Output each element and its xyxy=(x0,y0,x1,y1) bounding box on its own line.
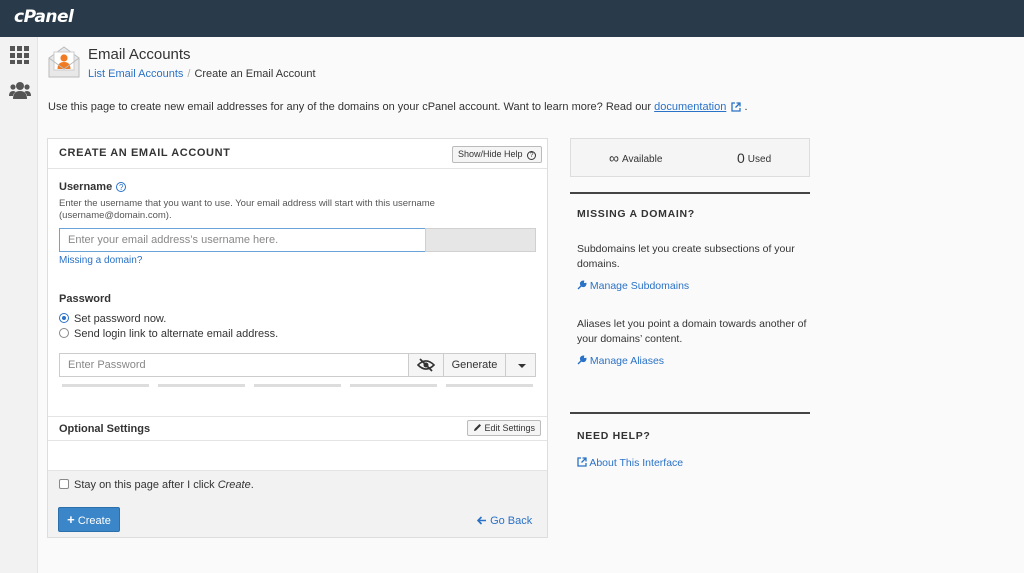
strength-bar-segment xyxy=(446,384,533,387)
used-stat: 0 Used xyxy=(737,150,771,166)
radio-send-login-label: Send login link to alternate email addre… xyxy=(74,328,279,340)
create-account-card: CREATE AN EMAIL ACCOUNT Show/Hide Help ?… xyxy=(47,138,548,538)
available-stat: ∞ Available xyxy=(609,150,662,166)
stay-on-page-checkbox[interactable] xyxy=(59,479,69,489)
generate-options-button[interactable] xyxy=(505,353,536,377)
form-footer: Stay on this page after I click Create. … xyxy=(48,470,547,537)
about-interface-label: About This Interface xyxy=(589,457,684,469)
username-hint: Enter the username that you want to use.… xyxy=(59,198,435,221)
page-title: Email Accounts xyxy=(88,46,191,63)
divider xyxy=(570,192,810,194)
manage-aliases-label: Manage Aliases xyxy=(589,355,665,367)
top-bar: cPanel xyxy=(0,0,1024,37)
plus-icon: + xyxy=(67,512,75,527)
pencil-icon xyxy=(474,424,481,431)
username-label: Username? xyxy=(59,181,127,193)
stay-on-page-text: Stay on this page after I click xyxy=(74,479,218,491)
stay-on-page-create: Create xyxy=(217,479,251,491)
used-value: 0 xyxy=(737,150,745,166)
manage-subdomains-label: Manage Subdomains xyxy=(589,280,690,292)
create-button[interactable]: + Create xyxy=(58,507,120,532)
aliases-text: Aliases let you point a domain towards a… xyxy=(577,318,807,345)
toggle-password-visibility-button[interactable] xyxy=(408,353,444,377)
available-label: Available xyxy=(621,154,663,165)
radio-selected-icon[interactable] xyxy=(59,313,69,323)
strength-bar-segment xyxy=(254,384,341,387)
strength-bar-segment xyxy=(350,384,437,387)
manage-subdomains-link[interactable]: Manage Subdomains xyxy=(577,280,689,292)
domain-select[interactable] xyxy=(425,228,536,252)
generate-button[interactable]: Generate xyxy=(443,353,506,377)
external-link-icon xyxy=(577,457,587,467)
radio-set-password-label: Set password now. xyxy=(74,313,167,325)
breadcrumb-list-email-accounts[interactable]: List Email Accounts xyxy=(88,68,183,80)
documentation-link[interactable]: documentation xyxy=(654,101,726,113)
wrench-icon xyxy=(577,280,587,290)
intro-text: Use this page to create new email addres… xyxy=(48,101,748,113)
edit-settings-button[interactable]: Edit Settings xyxy=(467,420,542,436)
main-content: Email Accounts List Email Accounts / Creat… xyxy=(38,37,1024,573)
strength-bar-segment xyxy=(158,384,245,387)
external-link-icon[interactable] xyxy=(731,102,742,112)
breadcrumb: List Email Accounts / Create an Email Acco… xyxy=(88,68,316,80)
strength-bar-segment xyxy=(62,384,149,387)
arrow-left-icon xyxy=(476,516,486,525)
go-back-label: Go Back xyxy=(490,515,533,527)
username-input[interactable] xyxy=(59,228,426,252)
password-label: Password xyxy=(59,293,111,305)
sidebar xyxy=(0,37,38,573)
radio-icon[interactable] xyxy=(59,328,69,338)
stay-on-page-end: . xyxy=(250,479,254,491)
missing-domain-link[interactable]: Missing a domain? xyxy=(59,255,142,266)
cpanel-logo[interactable]: cPanel xyxy=(14,7,74,27)
wrench-icon xyxy=(577,355,587,365)
intro-copy: Use this page to create new email addres… xyxy=(48,101,655,113)
subdomains-text: Subdomains let you create subsections of… xyxy=(577,243,795,270)
edit-settings-label: Edit Settings xyxy=(484,423,536,433)
help-icon: ? xyxy=(527,151,537,160)
grid-icon[interactable] xyxy=(9,45,31,65)
about-interface-link[interactable]: About This Interface xyxy=(577,457,683,469)
available-value: ∞ xyxy=(609,150,619,166)
divider xyxy=(570,412,810,414)
password-input[interactable] xyxy=(59,353,409,377)
eye-slash-icon xyxy=(417,358,435,372)
intro-end: . xyxy=(744,101,748,113)
card-title: CREATE AN EMAIL ACCOUNT xyxy=(59,147,231,159)
envelope-user-icon xyxy=(48,46,80,78)
breadcrumb-separator: / xyxy=(187,68,191,80)
help-icon[interactable]: ? xyxy=(116,182,127,192)
card-header: CREATE AN EMAIL ACCOUNT Show/Hide Help ? xyxy=(48,139,547,169)
optional-settings-label: Optional Settings xyxy=(59,423,151,435)
show-hide-help-label: Show/Hide Help xyxy=(458,149,523,159)
need-help-heading: NEED HELP? xyxy=(577,430,651,442)
show-hide-help-button[interactable]: Show/Hide Help ? xyxy=(452,146,543,163)
account-stats: ∞ Available 0 Used xyxy=(570,138,810,177)
radio-set-password[interactable]: Set password now. xyxy=(59,313,166,325)
users-icon[interactable] xyxy=(9,80,31,100)
radio-send-login-link[interactable]: Send login link to alternate email addre… xyxy=(59,328,278,340)
create-label: Create xyxy=(77,515,111,527)
stay-on-page-option[interactable]: Stay on this page after I click Create. xyxy=(59,479,254,491)
manage-aliases-link[interactable]: Manage Aliases xyxy=(577,355,664,367)
go-back-link[interactable]: Go Back xyxy=(476,515,533,527)
optional-settings-row: Optional Settings Edit Settings xyxy=(48,416,547,441)
breadcrumb-current: Create an Email Account xyxy=(194,68,316,80)
used-label: Used xyxy=(747,154,772,165)
missing-domain-heading: MISSING A DOMAIN? xyxy=(577,208,695,220)
username-label-text: Username xyxy=(59,181,113,193)
